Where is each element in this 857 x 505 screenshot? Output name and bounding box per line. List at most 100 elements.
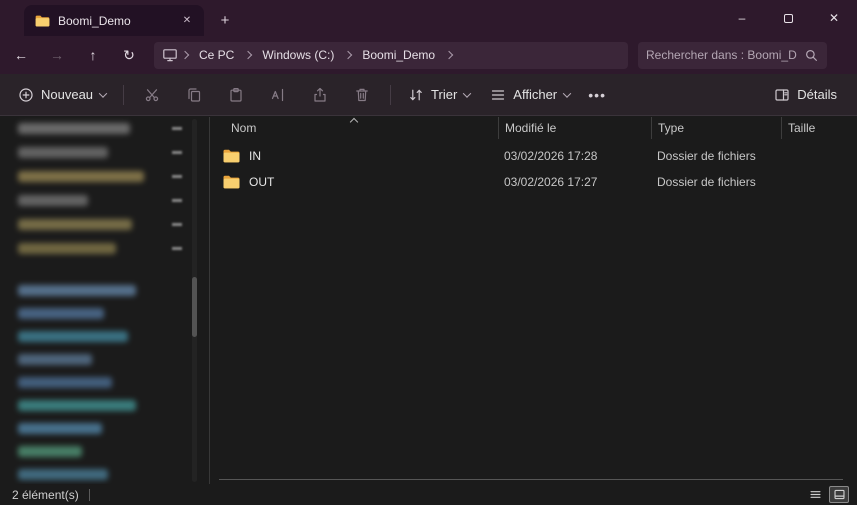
navigation-bar: ← → ↑ ↻ Ce PC Windows (C:) Boomi_Demo bbox=[0, 36, 857, 74]
breadcrumb-windows-c[interactable]: Windows (C:) bbox=[255, 46, 341, 64]
redacted-tree-item[interactable] bbox=[18, 423, 102, 434]
chevron-down-icon bbox=[463, 89, 471, 97]
redacted-tree-item[interactable] bbox=[18, 219, 132, 230]
cut-button[interactable] bbox=[131, 79, 173, 111]
paste-button[interactable] bbox=[215, 79, 257, 111]
chevron-right-icon bbox=[445, 51, 453, 59]
delete-button[interactable] bbox=[341, 79, 383, 111]
sort-arrows-icon bbox=[408, 87, 424, 103]
column-header-row: Nom Modifié le Type Taille bbox=[211, 117, 857, 139]
address-bar[interactable]: Ce PC Windows (C:) Boomi_Demo bbox=[154, 42, 628, 69]
redacted-tree-chevron[interactable] bbox=[172, 151, 182, 154]
thumbnail-view-toggle[interactable] bbox=[829, 486, 849, 503]
redacted-tree-item[interactable] bbox=[18, 285, 136, 296]
column-header-size[interactable]: Taille bbox=[781, 117, 857, 139]
view-button-label: Afficher bbox=[513, 87, 557, 102]
column-header-name[interactable]: Nom bbox=[211, 117, 498, 139]
column-header-type[interactable]: Type bbox=[651, 117, 781, 139]
view-button[interactable]: Afficher bbox=[480, 79, 580, 111]
sort-button[interactable]: Trier bbox=[398, 79, 480, 111]
file-type: Dossier de fichiers bbox=[651, 175, 781, 189]
tab-title: Boomi_Demo bbox=[58, 14, 170, 28]
file-list-pane: Nom Modifié le Type Taille bbox=[211, 117, 857, 484]
maximize-button[interactable] bbox=[765, 0, 811, 36]
redacted-tree-item[interactable] bbox=[18, 243, 116, 254]
new-tab-button[interactable]: + bbox=[212, 7, 238, 33]
tab-close-button[interactable]: ✕ bbox=[178, 12, 196, 30]
redacted-tree-item[interactable] bbox=[18, 400, 136, 411]
this-pc-icon bbox=[162, 47, 178, 63]
thumbnail-view-icon bbox=[833, 488, 846, 501]
details-pane-icon bbox=[774, 87, 790, 103]
file-name: OUT bbox=[249, 175, 274, 189]
column-header-modified[interactable]: Modifié le bbox=[498, 117, 651, 139]
redacted-tree-item[interactable] bbox=[18, 195, 88, 206]
new-button-label: Nouveau bbox=[41, 87, 93, 102]
sort-button-label: Trier bbox=[431, 87, 457, 102]
chevron-down-icon bbox=[563, 89, 571, 97]
redacted-tree-item[interactable] bbox=[18, 446, 82, 457]
toolbar-separator bbox=[123, 85, 124, 105]
file-modified: 03/02/2026 17:28 bbox=[498, 149, 651, 163]
file-modified: 03/02/2026 17:27 bbox=[498, 175, 651, 189]
search-icon bbox=[804, 48, 819, 63]
rename-icon bbox=[270, 87, 286, 103]
chevron-right-icon bbox=[244, 51, 252, 59]
clipboard-icon bbox=[228, 87, 244, 103]
redacted-tree-chevron[interactable] bbox=[172, 199, 182, 202]
refresh-button[interactable]: ↻ bbox=[114, 41, 144, 69]
toolbar-separator bbox=[390, 85, 391, 105]
sidebar-scrollbar-thumb[interactable] bbox=[192, 277, 197, 337]
item-count: 2 élément(s) bbox=[12, 488, 79, 502]
list-view-icon bbox=[809, 488, 822, 501]
chevron-right-icon bbox=[181, 51, 189, 59]
breadcrumb-this-pc[interactable]: Ce PC bbox=[192, 46, 241, 64]
share-button[interactable] bbox=[299, 79, 341, 111]
maximize-icon bbox=[784, 14, 793, 23]
redacted-tree-item[interactable] bbox=[18, 377, 112, 388]
copy-button[interactable] bbox=[173, 79, 215, 111]
redacted-tree-item[interactable] bbox=[18, 171, 144, 182]
more-options-button[interactable]: ••• bbox=[580, 79, 614, 111]
redacted-tree-chevron[interactable] bbox=[172, 175, 182, 178]
redacted-tree-chevron[interactable] bbox=[172, 247, 182, 250]
minimize-button[interactable]: – bbox=[719, 0, 765, 36]
column-header-size-label: Taille bbox=[788, 121, 815, 135]
redacted-tree-item[interactable] bbox=[18, 147, 108, 158]
file-name: IN bbox=[249, 149, 261, 163]
file-row-in[interactable]: IN 03/02/2026 17:28 Dossier de fichiers bbox=[211, 143, 857, 169]
command-toolbar: Nouveau bbox=[0, 74, 857, 116]
redacted-tree-item[interactable] bbox=[18, 308, 104, 319]
redacted-tree-chevron[interactable] bbox=[172, 127, 182, 130]
details-view-toggle[interactable] bbox=[805, 486, 825, 503]
redacted-tree-item[interactable] bbox=[18, 354, 92, 365]
redacted-tree-chevron[interactable] bbox=[172, 223, 182, 226]
navigation-pane bbox=[0, 117, 210, 484]
search-input[interactable] bbox=[646, 48, 804, 62]
search-box[interactable] bbox=[638, 42, 827, 69]
plus-circle-icon bbox=[18, 87, 34, 103]
redacted-tree-item[interactable] bbox=[18, 469, 108, 480]
redacted-tree-item[interactable] bbox=[18, 123, 130, 134]
forward-button[interactable]: → bbox=[42, 41, 72, 69]
file-type: Dossier de fichiers bbox=[651, 149, 781, 163]
sort-ascending-icon bbox=[349, 118, 357, 126]
up-button[interactable]: ↑ bbox=[78, 41, 108, 69]
ellipsis-icon: ••• bbox=[588, 87, 606, 103]
details-pane-button[interactable]: Détails bbox=[764, 79, 847, 111]
rename-button[interactable] bbox=[257, 79, 299, 111]
close-button[interactable]: ✕ bbox=[811, 0, 857, 36]
folder-icon bbox=[35, 15, 50, 27]
back-button[interactable]: ← bbox=[6, 41, 36, 69]
file-rows: IN 03/02/2026 17:28 Dossier de fichiers … bbox=[211, 139, 857, 195]
file-row-out[interactable]: OUT 03/02/2026 17:27 Dossier de fichiers bbox=[211, 169, 857, 195]
details-pane-label: Détails bbox=[797, 87, 837, 102]
share-icon bbox=[312, 87, 328, 103]
horizontal-scrollbar[interactable] bbox=[219, 479, 843, 480]
redacted-tree-item[interactable] bbox=[18, 331, 128, 342]
statusbar-divider bbox=[89, 489, 90, 501]
explorer-tab[interactable]: Boomi_Demo ✕ bbox=[24, 5, 204, 36]
breadcrumb-boomi-demo[interactable]: Boomi_Demo bbox=[355, 46, 442, 64]
file-explorer-window: Boomi_Demo ✕ + – ✕ ← → ↑ ↻ Ce PC Window bbox=[0, 0, 857, 505]
new-button[interactable]: Nouveau bbox=[8, 79, 116, 111]
